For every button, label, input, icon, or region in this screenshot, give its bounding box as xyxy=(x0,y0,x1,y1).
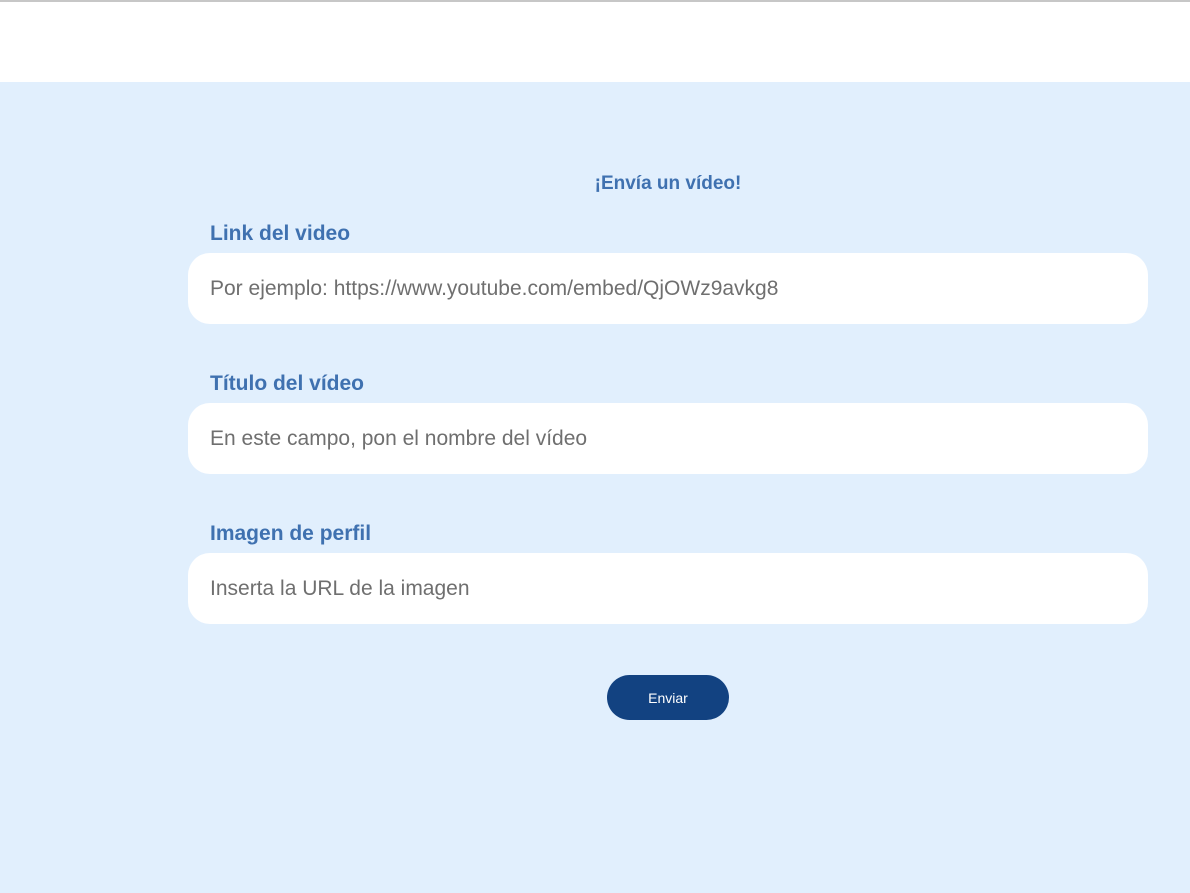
video-link-label: Link del video xyxy=(210,222,351,245)
submit-button[interactable]: Enviar xyxy=(607,675,729,720)
header-bar xyxy=(0,2,1190,82)
form-title: ¡Envía un vídeo! xyxy=(594,173,742,194)
video-link-input[interactable] xyxy=(188,253,1148,324)
video-form-section xyxy=(0,82,1190,893)
profile-image-label: Imagen de perfil xyxy=(210,522,372,545)
video-title-input[interactable] xyxy=(188,403,1148,474)
video-title-label: Título del vídeo xyxy=(210,372,365,395)
page: ¡Envía un vídeo! Link del video Título d… xyxy=(0,0,1190,893)
profile-image-input[interactable] xyxy=(188,553,1148,624)
